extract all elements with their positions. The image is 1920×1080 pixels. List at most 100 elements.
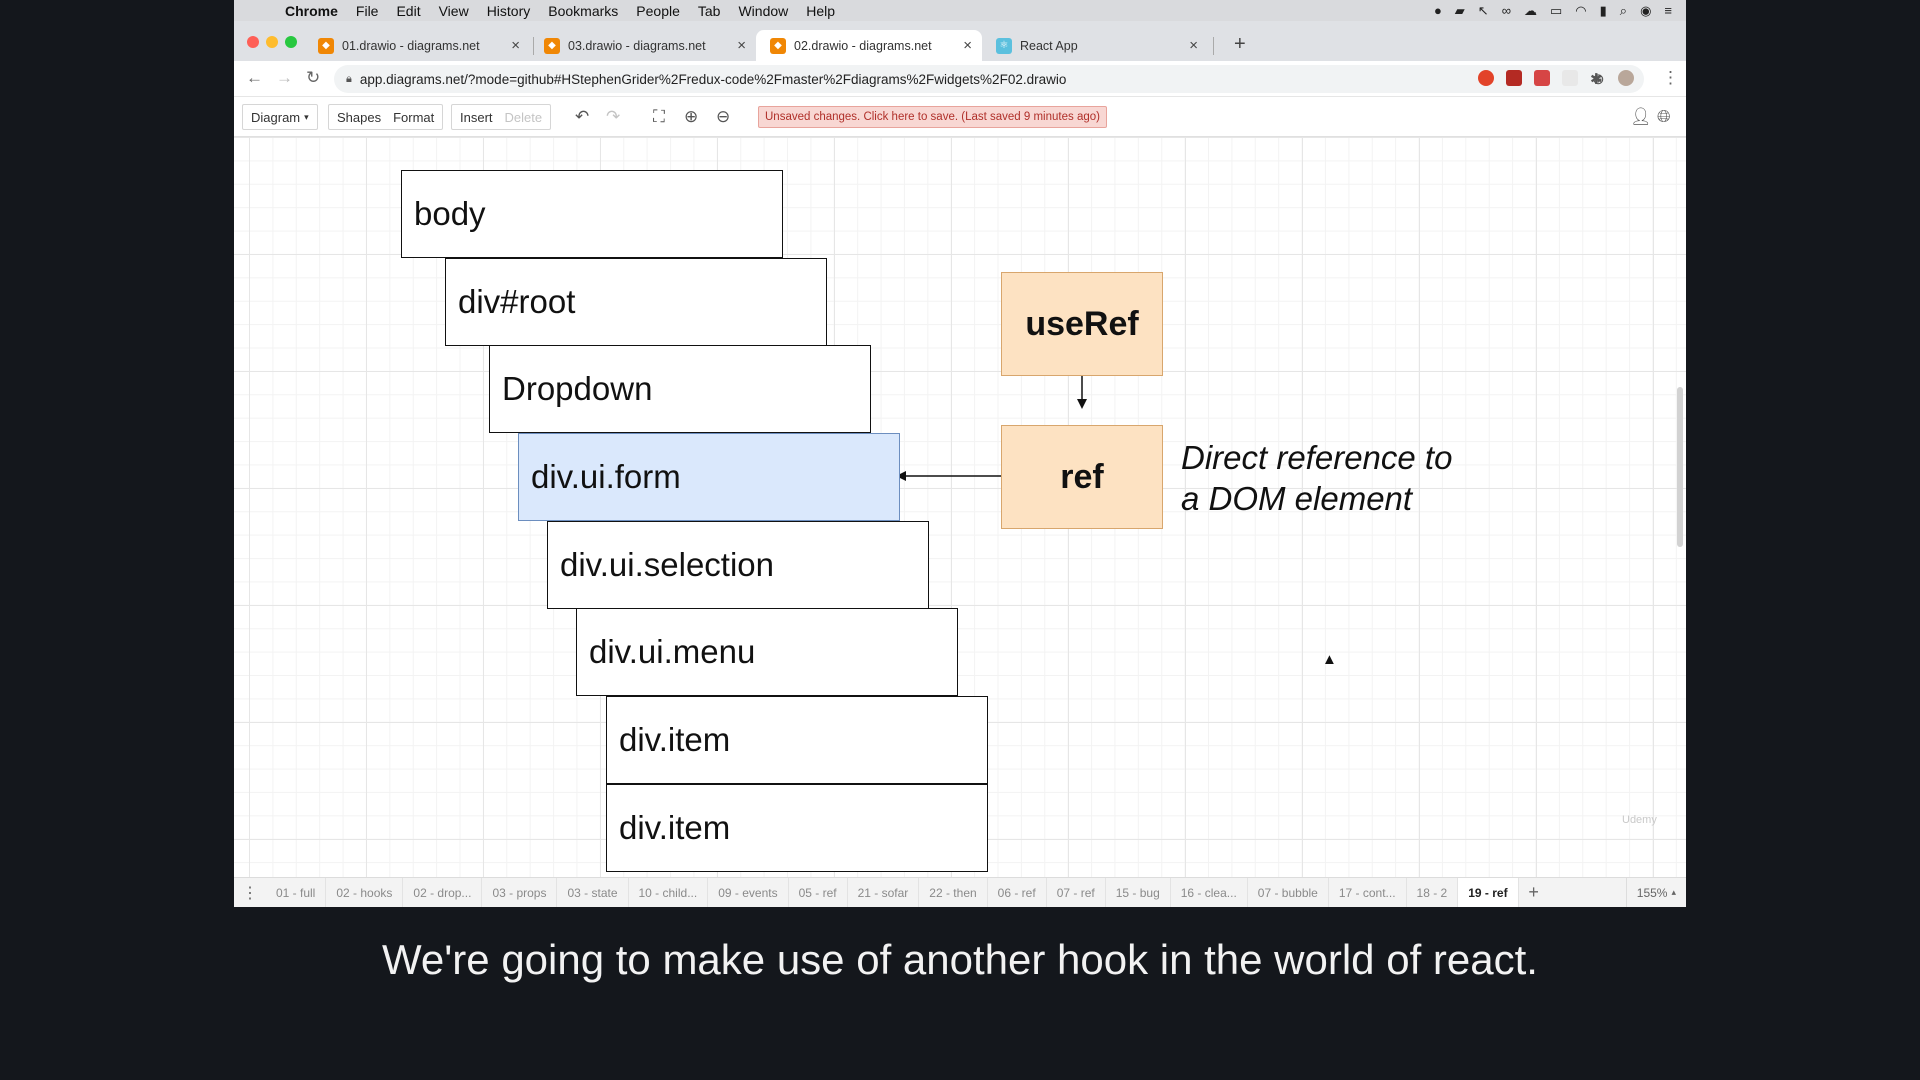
menu-people[interactable]: People — [627, 3, 689, 19]
drawio-toolbar: Diagram ▾ Shapes Format Insert Delete ↶ … — [234, 97, 1686, 137]
menu-file[interactable]: File — [347, 3, 388, 19]
lock-icon[interactable]: 🔒︎ — [346, 73, 352, 86]
diagram-menu[interactable]: Diagram ▾ — [242, 104, 318, 130]
page-tab[interactable]: 02 - drop... — [403, 877, 483, 907]
page-tab[interactable]: 05 - ref — [789, 877, 848, 907]
delete-button[interactable]: Delete — [505, 110, 543, 125]
page-tab[interactable]: 06 - ref — [988, 877, 1047, 907]
node-div-root[interactable]: div#root — [445, 258, 827, 346]
node-dropdown[interactable]: Dropdown — [489, 345, 871, 433]
cloud-icon[interactable]: ☁ — [1524, 3, 1537, 19]
page-tab[interactable]: 09 - events — [708, 877, 789, 907]
page-tab[interactable]: 01 - full — [266, 877, 327, 907]
fullscreen-icon[interactable]: ⛶ — [653, 107, 665, 127]
page-tab[interactable]: 07 - bubble — [1248, 877, 1329, 907]
forward-icon[interactable]: → — [276, 68, 293, 88]
drawio-favicon-icon: ◆ — [544, 37, 560, 54]
address-bar[interactable]: 🔒︎ app.diagrams.net/?mode=github#HStephe… — [334, 65, 1644, 93]
avatar[interactable] — [1618, 70, 1634, 86]
menu-edit[interactable]: Edit — [387, 3, 429, 19]
browser-tab-active[interactable]: ◆ 02.drawio - diagrams.net × — [756, 30, 982, 61]
page-tab[interactable]: 16 - clea... — [1171, 877, 1248, 907]
page-tab[interactable]: 21 - sofar — [848, 877, 920, 907]
siri-icon[interactable]: ◉ — [1640, 3, 1651, 19]
menu-tab[interactable]: Tab — [689, 3, 730, 19]
browser-tab[interactable]: ⚛ React App × — [982, 30, 1208, 61]
reload-icon[interactable]: ↻ — [306, 68, 320, 88]
node-div-item[interactable]: div.item — [606, 696, 988, 784]
browser-tab[interactable]: ◆ 01.drawio - diagrams.net × — [304, 30, 530, 61]
pages-menu-icon[interactable]: ⋮ — [234, 883, 266, 903]
menu-window[interactable]: Window — [729, 3, 797, 19]
glasses-icon[interactable]: ∞ — [1502, 3, 1511, 18]
page-tab[interactable]: 03 - props — [482, 877, 558, 907]
insert-button[interactable]: Insert — [460, 110, 493, 125]
zoom-out-icon[interactable]: ⊖ — [716, 107, 730, 127]
diagram-canvas[interactable]: body div#root Dropdown div.ui.form div.u… — [234, 137, 1686, 889]
close-tab-icon[interactable]: × — [963, 37, 972, 54]
page-tab[interactable]: 10 - child... — [629, 877, 709, 907]
user-icon[interactable]: 👤︎ — [1630, 107, 1652, 127]
window-close-button[interactable] — [247, 36, 259, 48]
shield-extension-icon[interactable] — [1506, 70, 1522, 86]
zoom-in-icon[interactable]: ⊕ — [684, 107, 698, 127]
red-extension-icon[interactable] — [1534, 70, 1550, 86]
window-minimize-button[interactable] — [266, 36, 278, 48]
back-icon[interactable]: ← — [246, 68, 263, 88]
undo-icon[interactable]: ↶ — [575, 107, 589, 127]
menu-app-name[interactable]: Chrome — [276, 3, 347, 19]
redo-icon[interactable]: ↷ — [606, 107, 620, 127]
battery-icon[interactable]: ▮ — [1600, 3, 1607, 19]
node-div-ui-selection[interactable]: div.ui.selection — [547, 521, 929, 609]
node-body[interactable]: body — [401, 170, 783, 258]
node-div-item[interactable]: div.item — [606, 784, 988, 872]
zoom-value[interactable]: 155% — [1637, 886, 1668, 900]
page-tab[interactable]: 18 - 2 — [1407, 877, 1459, 907]
menu-help[interactable]: Help — [797, 3, 844, 19]
menu-history[interactable]: History — [478, 3, 540, 19]
page-tab-active[interactable]: 19 - ref — [1458, 877, 1519, 907]
node-ref[interactable]: ref — [1001, 425, 1163, 529]
close-tab-icon[interactable]: × — [737, 37, 746, 54]
chevron-up-icon: ▴ — [1671, 887, 1676, 897]
page-tabs-bar: ⋮ 01 - full 02 - hooks 02 - drop... 03 -… — [234, 877, 1686, 907]
menu-view[interactable]: View — [430, 3, 478, 19]
new-tab-icon[interactable]: + — [1234, 33, 1246, 56]
page-tab[interactable]: 07 - ref — [1047, 877, 1106, 907]
node-div-ui-form[interactable]: div.ui.form — [518, 433, 900, 521]
page-tab[interactable]: 02 - hooks — [326, 877, 404, 907]
zoom-level[interactable]: 155% ▴ — [1625, 877, 1686, 907]
add-page-icon[interactable]: + — [1519, 882, 1549, 903]
blank-extension-icon[interactable] — [1562, 70, 1578, 86]
url-text[interactable]: app.diagrams.net/?mode=github#HStephenGr… — [360, 72, 1067, 87]
page-tab[interactable]: 22 - then — [919, 877, 988, 907]
opera-extension-icon[interactable] — [1478, 70, 1494, 86]
page-tab[interactable]: 15 - bug — [1106, 877, 1171, 907]
notification-center-icon[interactable]: ≡ — [1664, 3, 1672, 18]
node-useref[interactable]: useRef — [1001, 272, 1163, 376]
kebab-menu-icon[interactable]: ⋮ — [1662, 68, 1679, 88]
globe-icon[interactable]: 🌐︎ — [1657, 107, 1671, 127]
browser-tab[interactable]: ◆ 03.drawio - diagrams.net × — [530, 30, 756, 61]
puzzle-extensions-icon[interactable]: ✱ — [1590, 70, 1606, 88]
unsaved-changes-banner[interactable]: Unsaved changes. Click here to save. (La… — [758, 106, 1107, 128]
wifi-icon[interactable]: ◠ — [1575, 3, 1586, 19]
display-icon[interactable]: ▭ — [1550, 3, 1562, 19]
page-tab[interactable]: 17 - cont... — [1329, 877, 1407, 907]
close-tab-icon[interactable]: × — [1189, 37, 1198, 54]
shapes-button[interactable]: Shapes — [337, 110, 381, 125]
react-favicon-icon: ⚛ — [996, 37, 1012, 54]
docker-icon[interactable]: ▰ — [1455, 3, 1465, 19]
spotlight-search-icon[interactable]: ⌕ — [1620, 3, 1627, 19]
annotation-text[interactable]: Direct reference to a DOM element — [1181, 437, 1452, 519]
menu-bookmarks[interactable]: Bookmarks — [539, 3, 627, 19]
pointer-icon[interactable]: ↖ — [1478, 3, 1489, 19]
node-div-ui-menu[interactable]: div.ui.menu — [576, 608, 958, 696]
window-zoom-button[interactable] — [285, 36, 297, 48]
creative-cloud-icon[interactable]: ● — [1434, 3, 1442, 18]
close-tab-icon[interactable]: × — [511, 37, 520, 54]
page-tab[interactable]: 03 - state — [557, 877, 629, 907]
format-button[interactable]: Format — [393, 110, 434, 125]
diagram-menu-label[interactable]: Diagram — [251, 110, 300, 125]
vertical-scrollbar[interactable] — [1677, 387, 1683, 547]
